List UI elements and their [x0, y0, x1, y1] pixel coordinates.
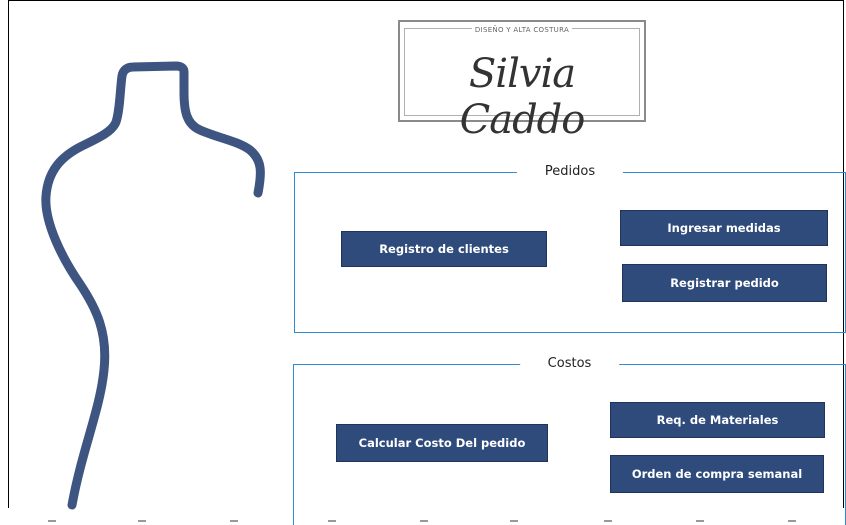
registrar-pedido-button[interactable]: Registrar pedido: [622, 264, 827, 302]
mannequin-icon: [41, 61, 265, 510]
pedidos-title: Pedidos: [516, 164, 624, 179]
registro-clientes-button[interactable]: Registro de clientes: [341, 231, 547, 267]
ingresar-medidas-button[interactable]: Ingresar medidas: [620, 210, 828, 246]
req-materiales-button[interactable]: Req. de Materiales: [610, 402, 825, 438]
logo-tagline: DISEÑO Y ALTA COSTURA: [405, 26, 639, 34]
logo-name: Silvia Caddo: [459, 51, 586, 143]
brand-logo: DISEÑO Y ALTA COSTURA Silvia Caddo: [398, 20, 646, 143]
bottom-dashes: [48, 520, 796, 522]
orden-compra-button[interactable]: Orden de compra semanal: [610, 455, 824, 493]
logo-inner-frame: DISEÑO Y ALTA COSTURA Silvia Caddo: [404, 26, 640, 143]
calcular-costo-button[interactable]: Calcular Costo Del pedido: [336, 424, 548, 462]
costos-title: Costos: [519, 356, 620, 371]
